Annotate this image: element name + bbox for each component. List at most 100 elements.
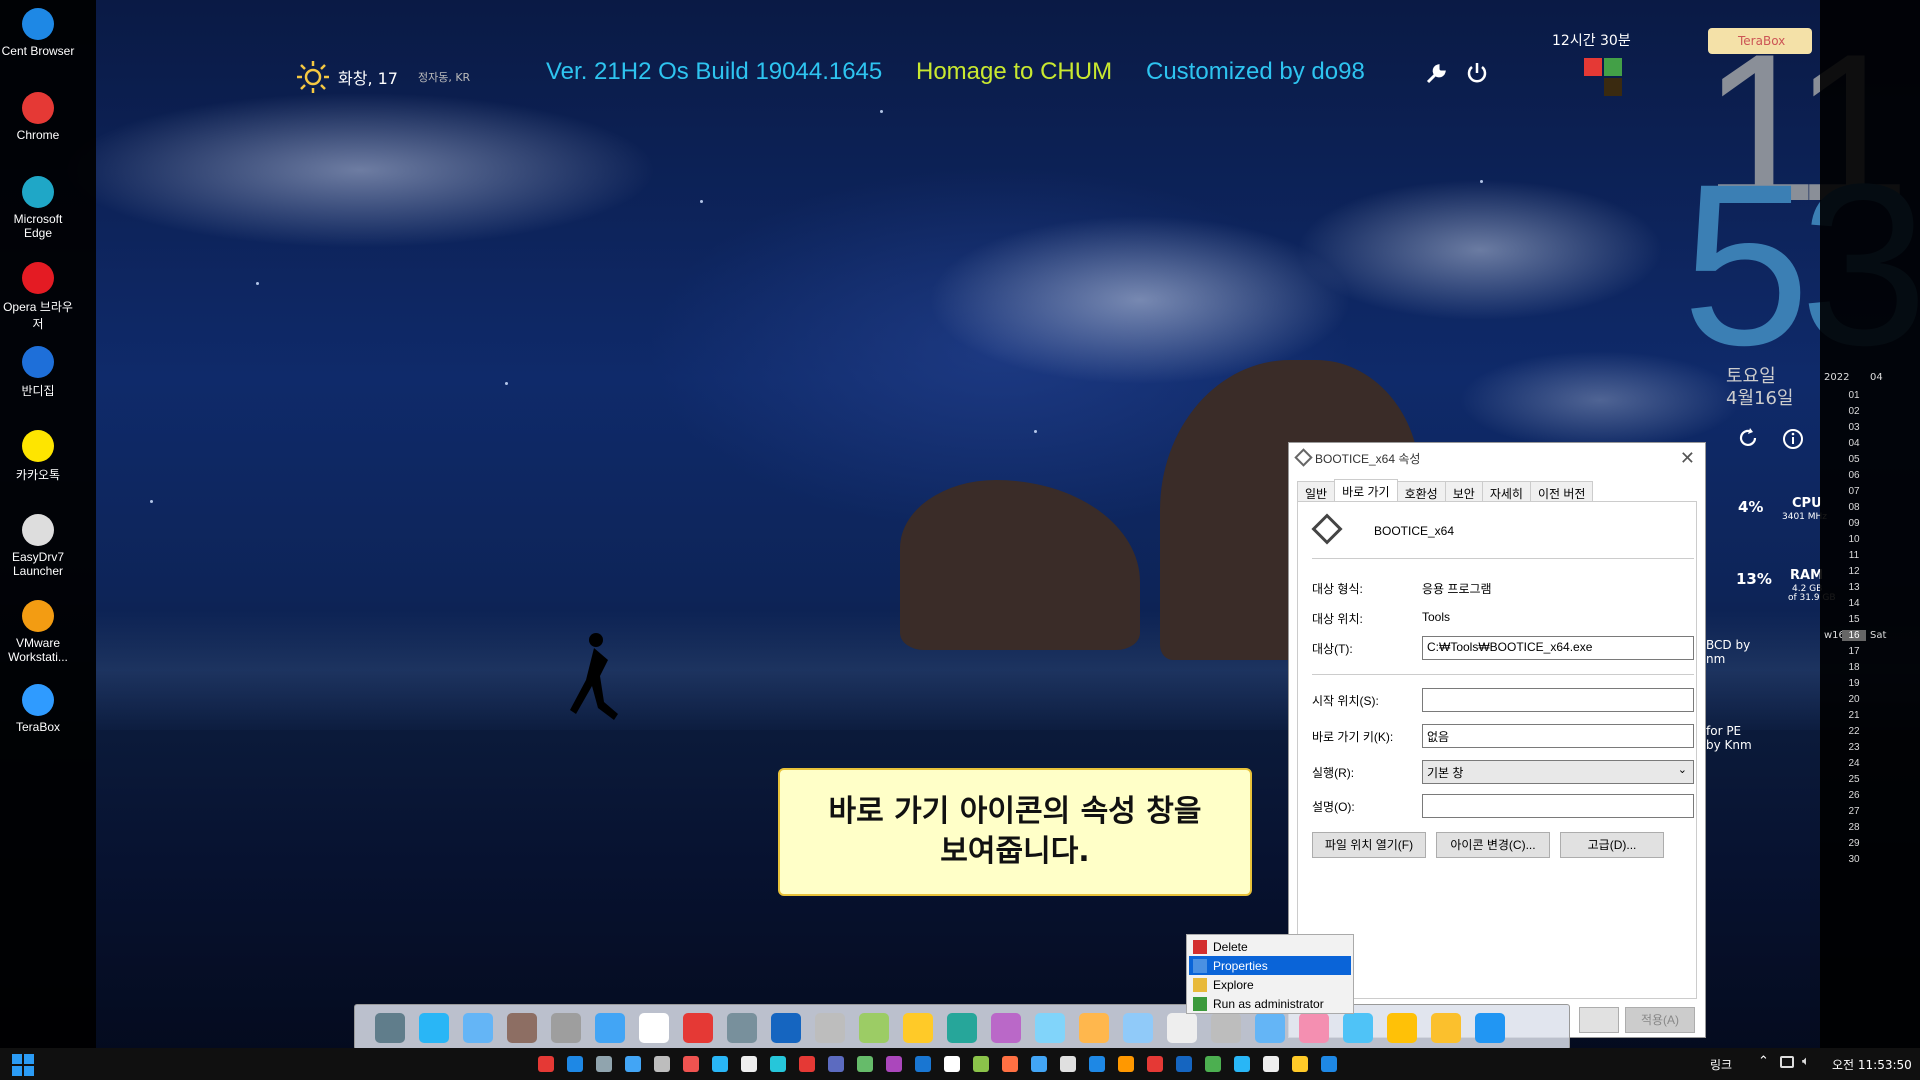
dock-app-icon[interactable] xyxy=(683,1013,713,1043)
dock-app-icon[interactable] xyxy=(1387,1013,1417,1043)
dock-app-icon[interactable] xyxy=(1343,1013,1373,1043)
dock-app-icon[interactable] xyxy=(727,1013,757,1043)
taskbar-app-icon[interactable] xyxy=(1205,1056,1221,1072)
ok-button-partial[interactable] xyxy=(1579,1007,1619,1033)
comment-field[interactable] xyxy=(1422,794,1694,818)
taskbar-app-icon[interactable] xyxy=(1089,1056,1105,1072)
calendar-day[interactable]: 28 xyxy=(1842,822,1866,833)
dock-app-icon[interactable] xyxy=(1035,1013,1065,1043)
context-menu-item[interactable]: Run as administrator xyxy=(1189,994,1351,1013)
desktop-icon[interactable]: Microsoft Edge xyxy=(0,176,76,240)
calendar-day[interactable]: 13 xyxy=(1842,582,1866,593)
calendar-day[interactable]: 27 xyxy=(1842,806,1866,817)
dock-app-icon[interactable] xyxy=(991,1013,1021,1043)
calendar-day[interactable]: 16 xyxy=(1842,630,1866,641)
taskbar-app-icon[interactable] xyxy=(828,1056,844,1072)
taskbar-app-icon[interactable] xyxy=(1031,1056,1047,1072)
context-menu-item[interactable]: Properties xyxy=(1189,956,1351,975)
context-menu-item[interactable]: Delete xyxy=(1189,937,1351,956)
desktop-icon[interactable]: Opera 브라우저 xyxy=(0,262,76,332)
calendar-day[interactable]: 11 xyxy=(1842,550,1866,561)
network-icon[interactable] xyxy=(1780,1056,1794,1068)
desktop-icon[interactable]: Chrome xyxy=(0,92,76,142)
calendar-day[interactable]: 30 xyxy=(1842,854,1866,865)
dock-app-icon[interactable] xyxy=(859,1013,889,1043)
calendar-day[interactable]: 06 xyxy=(1842,470,1866,481)
taskbar-app-icon[interactable] xyxy=(1176,1056,1192,1072)
calendar-day[interactable]: 04 xyxy=(1842,438,1866,449)
taskbar-app-icon[interactable] xyxy=(886,1056,902,1072)
desktop-icon[interactable]: 카카오톡 xyxy=(0,430,76,483)
apply-button[interactable]: 적용(A) xyxy=(1625,1007,1695,1033)
taskbar-app-icon[interactable] xyxy=(973,1056,989,1072)
calendar-day[interactable]: 10 xyxy=(1842,534,1866,545)
taskbar-app-icon[interactable] xyxy=(1118,1056,1134,1072)
calendar-day[interactable]: 17 xyxy=(1842,646,1866,657)
taskbar-app-icon[interactable] xyxy=(712,1056,728,1072)
open-file-location-button[interactable]: 파일 위치 열기(F) xyxy=(1312,832,1426,858)
dock-app-icon[interactable] xyxy=(815,1013,845,1043)
taskbar-app-icon[interactable] xyxy=(1147,1056,1163,1072)
calendar-day[interactable]: 21 xyxy=(1842,710,1866,721)
calendar-day[interactable]: 22 xyxy=(1842,726,1866,737)
taskbar-app-icon[interactable] xyxy=(1234,1056,1250,1072)
run-select[interactable]: 기본 창 ⌄ xyxy=(1422,760,1694,784)
pe-snippet-2[interactable]: by Knm xyxy=(1706,738,1752,752)
desktop-icon[interactable]: VMware Workstati... xyxy=(0,600,76,664)
bcd-snippet[interactable]: BCD by xyxy=(1706,638,1750,652)
info-icon[interactable] xyxy=(1782,428,1804,450)
taskbar-app-icon[interactable] xyxy=(567,1056,583,1072)
taskbar-app-icon[interactable] xyxy=(654,1056,670,1072)
desktop-icon[interactable]: Cent Browser xyxy=(0,8,76,58)
dock-app-icon[interactable] xyxy=(639,1013,669,1043)
taskbar-app-icon[interactable] xyxy=(538,1056,554,1072)
dock-app-icon[interactable] xyxy=(1299,1013,1329,1043)
desktop-icon[interactable]: EasyDrv7 Launcher xyxy=(0,514,76,578)
dock-app-icon[interactable] xyxy=(595,1013,625,1043)
tray-clock[interactable]: 오전 11:53:50 xyxy=(1832,1056,1912,1073)
taskbar-app-icon[interactable] xyxy=(799,1056,815,1072)
dock-app-icon[interactable] xyxy=(771,1013,801,1043)
start-in-field[interactable] xyxy=(1422,688,1694,712)
calendar-day[interactable]: 01 xyxy=(1842,390,1866,401)
taskbar-app-icon[interactable] xyxy=(625,1056,641,1072)
chevron-up-icon[interactable]: ⌃ xyxy=(1758,1054,1769,1069)
calendar-day[interactable]: 12 xyxy=(1842,566,1866,577)
calendar-day[interactable]: 24 xyxy=(1842,758,1866,769)
taskbar-app-icon[interactable] xyxy=(1002,1056,1018,1072)
taskbar-app-icon[interactable] xyxy=(1321,1056,1337,1072)
dock-app-icon[interactable] xyxy=(947,1013,977,1043)
dock-app-icon[interactable] xyxy=(1431,1013,1461,1043)
calendar-day[interactable]: 03 xyxy=(1842,422,1866,433)
taskbar-app-icon[interactable] xyxy=(683,1056,699,1072)
calendar-day[interactable]: 08 xyxy=(1842,502,1866,513)
taskbar-app-icon[interactable] xyxy=(1263,1056,1279,1072)
dock-app-icon[interactable] xyxy=(903,1013,933,1043)
calendar-day[interactable]: 07 xyxy=(1842,486,1866,497)
taskbar-app-icon[interactable] xyxy=(857,1056,873,1072)
taskbar-app-icon[interactable] xyxy=(1060,1056,1076,1072)
tray-link-label[interactable]: 링크 xyxy=(1710,1056,1732,1073)
advanced-button[interactable]: 고급(D)... xyxy=(1560,832,1664,858)
taskbar-app-icon[interactable] xyxy=(596,1056,612,1072)
dock-app-icon[interactable] xyxy=(1255,1013,1285,1043)
dock-app-icon[interactable] xyxy=(1211,1013,1241,1043)
desktop-icon[interactable]: TeraBox xyxy=(0,684,76,734)
taskbar-app-icon[interactable] xyxy=(1292,1056,1308,1072)
start-button[interactable] xyxy=(12,1054,34,1076)
context-menu-item[interactable]: Explore xyxy=(1189,975,1351,994)
calendar-day[interactable]: 15 xyxy=(1842,614,1866,625)
calendar-day[interactable]: 20 xyxy=(1842,694,1866,705)
calendar-day[interactable]: 14 xyxy=(1842,598,1866,609)
target-field[interactable]: C:₩Tools₩BOOTICE_x64.exe xyxy=(1422,636,1694,660)
desktop-icon[interactable]: 반디집 xyxy=(0,346,76,399)
calendar-day[interactable]: 26 xyxy=(1842,790,1866,801)
calendar-day[interactable]: 18 xyxy=(1842,662,1866,673)
calendar-day[interactable]: 23 xyxy=(1842,742,1866,753)
dialog-titlebar[interactable]: BOOTICE_x64 속성 ✕ xyxy=(1289,443,1705,473)
dock-app-icon[interactable] xyxy=(1123,1013,1153,1043)
dock-app-icon[interactable] xyxy=(375,1013,405,1043)
change-icon-button[interactable]: 아이콘 변경(C)... xyxy=(1436,832,1550,858)
shortcut-key-field[interactable]: 없음 xyxy=(1422,724,1694,748)
bcd-snippet-2[interactable]: nm xyxy=(1706,652,1725,666)
